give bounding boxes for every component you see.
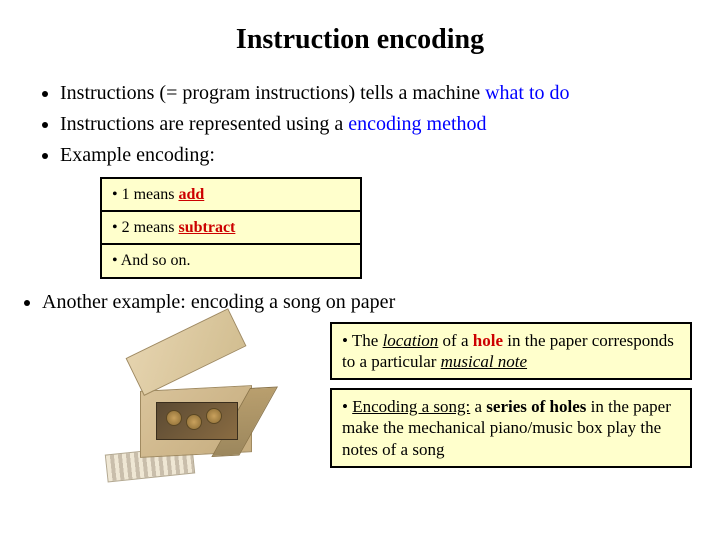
encoding-row-2-highlight: subtract (178, 219, 235, 236)
note1-location: location (383, 331, 439, 350)
music-box-drawing (140, 358, 280, 458)
bullet-2-highlight: encoding method (348, 113, 486, 135)
bullet-3: Example encoding: (60, 142, 696, 169)
encoding-example-box: • 1 means add • 2 means subtract • And s… (100, 177, 362, 279)
bullet-1: Instructions (= program instructions) te… (60, 80, 696, 107)
second-example-list: Another example: encoding a song on pape… (0, 289, 720, 316)
note2-p1: • (342, 397, 352, 416)
encoding-row-1: • 1 means add (102, 179, 360, 212)
note2-p2: a (470, 397, 486, 416)
lower-area: • The location of a hole in the paper co… (0, 322, 720, 478)
note-box-1: • The location of a hole in the paper co… (330, 322, 692, 381)
note-box-2: • Encoding a song: a series of holes in … (330, 388, 692, 468)
note1-p1: • The (342, 331, 383, 350)
bullet-2: Instructions are represented using a enc… (60, 111, 696, 138)
slide-title: Instruction encoding (0, 0, 720, 64)
bullet-1-highlight: what to do (485, 82, 569, 104)
music-box-image (100, 328, 310, 478)
note2-series: series of holes (486, 397, 586, 416)
encoding-row-2: • 2 means subtract (102, 212, 360, 245)
bullet-2-text: Instructions are represented using a (60, 113, 348, 135)
bullet-1-text: Instructions (= program instructions) te… (60, 82, 485, 104)
note1-hole: hole (473, 331, 503, 350)
note1-p2: of a (438, 331, 472, 350)
main-bullet-list: Instructions (= program instructions) te… (0, 80, 720, 169)
second-example-bullet: Another example: encoding a song on pape… (42, 289, 696, 316)
encoding-row-2-text: • 2 means (112, 219, 178, 236)
encoding-row-3: • And so on. (102, 245, 360, 276)
note2-encoding: Encoding a song: (352, 397, 470, 416)
encoding-row-1-highlight: add (178, 186, 204, 203)
encoding-row-1-text: • 1 means (112, 186, 178, 203)
slide-root: Instruction encoding Instructions (= pro… (0, 0, 720, 540)
note1-musical-note: musical note (441, 352, 527, 371)
gear-icon (186, 414, 202, 430)
notes-column: • The location of a hole in the paper co… (330, 322, 692, 468)
gear-icon (166, 410, 182, 426)
gear-icon (206, 408, 222, 424)
box-lid-icon (126, 308, 247, 396)
